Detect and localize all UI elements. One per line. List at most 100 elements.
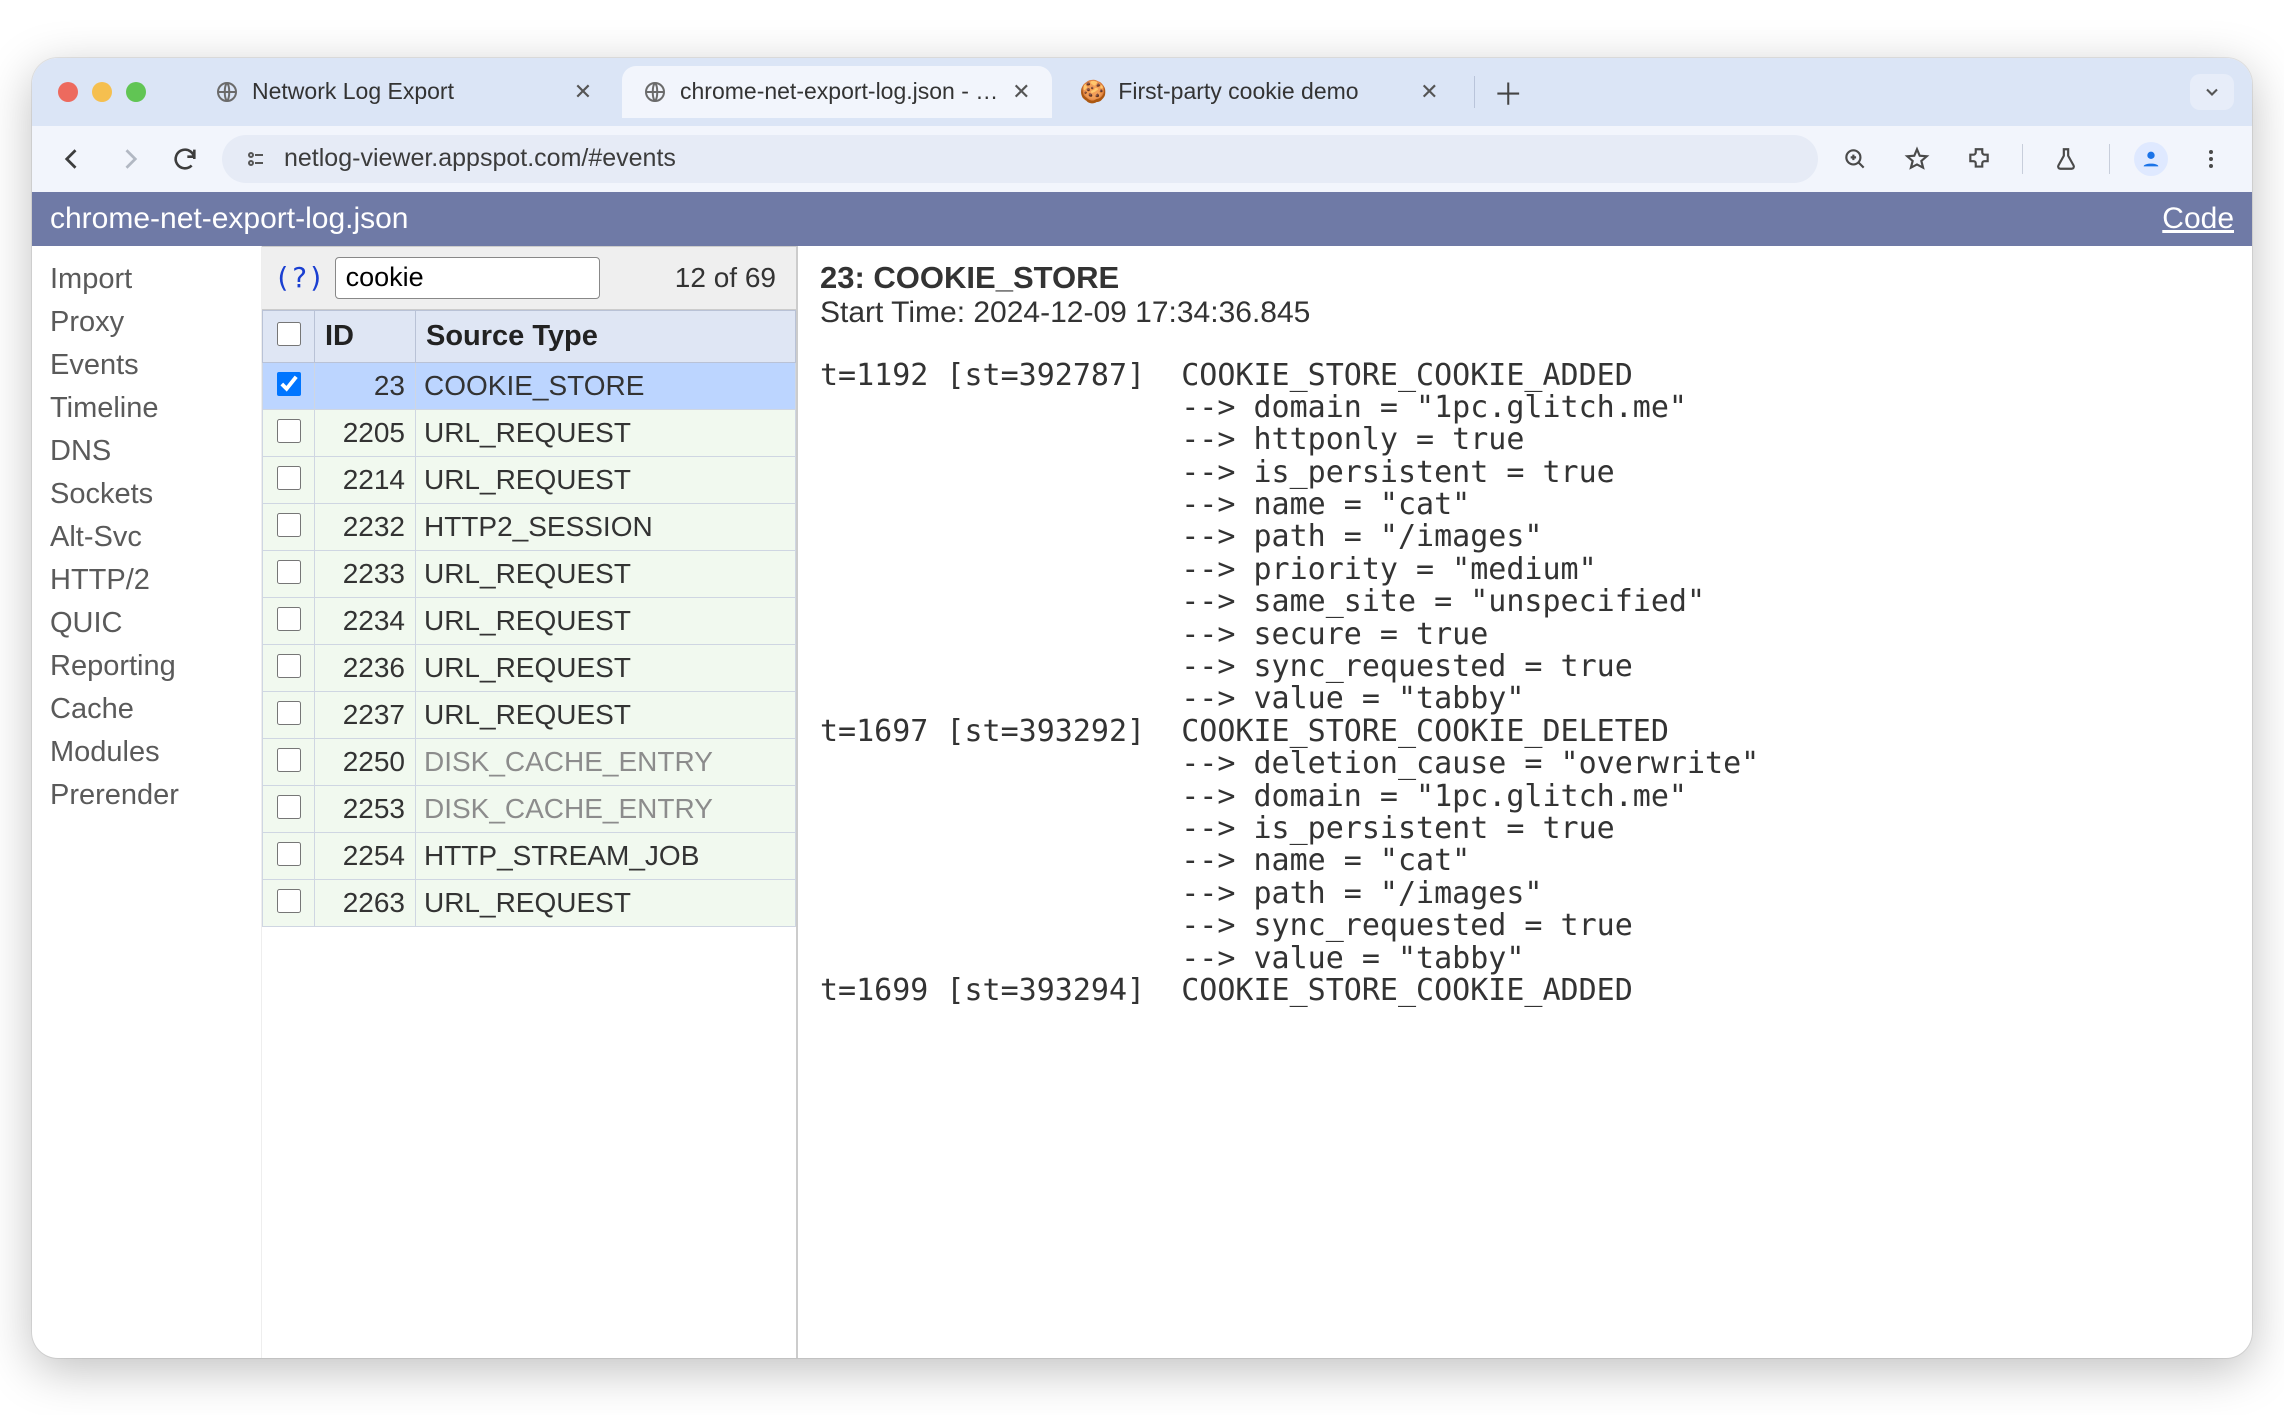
bookmark-icon[interactable] bbox=[1898, 140, 1936, 178]
code-link[interactable]: Code bbox=[2162, 202, 2234, 236]
row-checkbox-cell bbox=[263, 550, 315, 597]
row-checkbox[interactable] bbox=[277, 654, 301, 678]
filter-help-link[interactable]: (?) bbox=[274, 261, 325, 294]
close-icon[interactable]: ✕ bbox=[572, 81, 594, 103]
row-checkbox[interactable] bbox=[277, 466, 301, 490]
zoom-icon[interactable] bbox=[1836, 140, 1874, 178]
window-close-button[interactable] bbox=[58, 82, 78, 102]
sidebar-item-events[interactable]: Events bbox=[46, 344, 255, 387]
sidebar-item-cache[interactable]: Cache bbox=[46, 688, 255, 731]
sidebar-item-quic[interactable]: QUIC bbox=[46, 602, 255, 645]
event-row[interactable]: 2234URL_REQUEST bbox=[263, 597, 796, 644]
event-row[interactable]: 2254HTTP_STREAM_JOB bbox=[263, 832, 796, 879]
filter-count: 12 of 69 bbox=[675, 262, 784, 294]
sidebar-item-alt-svc[interactable]: Alt-Svc bbox=[46, 516, 255, 559]
row-id: 2250 bbox=[315, 738, 416, 785]
sidebar-item-import[interactable]: Import bbox=[46, 258, 255, 301]
row-checkbox[interactable] bbox=[277, 748, 301, 772]
row-source-type: DISK_CACHE_ENTRY bbox=[415, 785, 795, 832]
row-source-type: URL_REQUEST bbox=[415, 597, 795, 644]
forward-button[interactable] bbox=[110, 140, 148, 178]
tab-2[interactable]: 🍪 First-party cookie demo ✕ bbox=[1060, 66, 1460, 118]
row-checkbox[interactable] bbox=[277, 372, 301, 396]
select-all-checkbox[interactable] bbox=[277, 322, 301, 346]
row-id: 2253 bbox=[315, 785, 416, 832]
row-checkbox[interactable] bbox=[277, 607, 301, 631]
row-checkbox[interactable] bbox=[277, 701, 301, 725]
event-row[interactable]: 2253DISK_CACHE_ENTRY bbox=[263, 785, 796, 832]
sidebar-item-sockets[interactable]: Sockets bbox=[46, 473, 255, 516]
event-row[interactable]: 2236URL_REQUEST bbox=[263, 644, 796, 691]
event-row[interactable]: 2250DISK_CACHE_ENTRY bbox=[263, 738, 796, 785]
event-row[interactable]: 2233URL_REQUEST bbox=[263, 550, 796, 597]
event-row[interactable]: 2214URL_REQUEST bbox=[263, 456, 796, 503]
row-checkbox-cell bbox=[263, 362, 315, 409]
row-checkbox[interactable] bbox=[277, 889, 301, 913]
row-source-type: URL_REQUEST bbox=[415, 550, 795, 597]
event-row[interactable]: 2205URL_REQUEST bbox=[263, 409, 796, 456]
profile-button[interactable] bbox=[2134, 142, 2168, 176]
tab-separator bbox=[1474, 76, 1475, 108]
events-table: ID Source Type 23COOKIE_STORE2205URL_REQ… bbox=[262, 310, 796, 927]
row-checkbox[interactable] bbox=[277, 419, 301, 443]
sidebar-item-dns[interactable]: DNS bbox=[46, 430, 255, 473]
row-checkbox-cell bbox=[263, 456, 315, 503]
labs-icon[interactable] bbox=[2047, 140, 2085, 178]
window-minimize-button[interactable] bbox=[92, 82, 112, 102]
details-start-time: Start Time: 2024-12-09 17:34:36.845 bbox=[820, 296, 2230, 330]
row-checkbox[interactable] bbox=[277, 795, 301, 819]
globe-icon bbox=[214, 79, 240, 105]
close-icon[interactable]: ✕ bbox=[1418, 81, 1440, 103]
back-button[interactable] bbox=[54, 140, 92, 178]
row-checkbox-cell bbox=[263, 644, 315, 691]
row-checkbox[interactable] bbox=[277, 513, 301, 537]
window-controls bbox=[58, 82, 146, 102]
close-icon[interactable]: ✕ bbox=[1010, 81, 1032, 103]
row-checkbox-cell bbox=[263, 785, 315, 832]
event-row[interactable]: 2263URL_REQUEST bbox=[263, 879, 796, 926]
row-source-type: COOKIE_STORE bbox=[415, 362, 795, 409]
col-id[interactable]: ID bbox=[315, 310, 416, 362]
sidebar: ImportProxyEventsTimelineDNSSocketsAlt-S… bbox=[32, 246, 262, 1358]
tab-dropdown-button[interactable] bbox=[2190, 74, 2234, 110]
tab-0[interactable]: Network Log Export ✕ bbox=[194, 66, 614, 118]
col-source[interactable]: Source Type bbox=[415, 310, 795, 362]
separator bbox=[2109, 144, 2110, 174]
extensions-icon[interactable] bbox=[1960, 140, 1998, 178]
address-bar[interactable]: netlog-viewer.appspot.com/#events bbox=[222, 135, 1818, 183]
main-area: ImportProxyEventsTimelineDNSSocketsAlt-S… bbox=[32, 246, 2252, 1358]
row-checkbox-cell bbox=[263, 409, 315, 456]
reload-button[interactable] bbox=[166, 140, 204, 178]
row-id: 2205 bbox=[315, 409, 416, 456]
sidebar-item-prerender[interactable]: Prerender bbox=[46, 774, 255, 817]
row-source-type: URL_REQUEST bbox=[415, 879, 795, 926]
event-row[interactable]: 2232HTTP2_SESSION bbox=[263, 503, 796, 550]
window-maximize-button[interactable] bbox=[126, 82, 146, 102]
site-info-icon[interactable] bbox=[244, 147, 268, 171]
menu-icon[interactable] bbox=[2192, 140, 2230, 178]
row-checkbox-cell bbox=[263, 691, 315, 738]
events-panel: (?) 12 of 69 ID Source Type 23COOKIE_STO… bbox=[262, 246, 798, 1358]
row-checkbox-cell bbox=[263, 738, 315, 785]
new-tab-button[interactable]: ＋ bbox=[1489, 73, 1527, 111]
sidebar-item-timeline[interactable]: Timeline bbox=[46, 387, 255, 430]
select-all-header bbox=[263, 310, 315, 362]
sidebar-item-http-2[interactable]: HTTP/2 bbox=[46, 559, 255, 602]
row-checkbox[interactable] bbox=[277, 560, 301, 584]
row-id: 2232 bbox=[315, 503, 416, 550]
tab-title: Network Log Export bbox=[252, 78, 560, 105]
separator bbox=[2022, 144, 2023, 174]
row-id: 2236 bbox=[315, 644, 416, 691]
sidebar-item-modules[interactable]: Modules bbox=[46, 731, 255, 774]
event-row[interactable]: 23COOKIE_STORE bbox=[263, 362, 796, 409]
app-banner: chrome-net-export-log.json Code bbox=[32, 192, 2252, 246]
row-source-type: URL_REQUEST bbox=[415, 409, 795, 456]
row-checkbox-cell bbox=[263, 832, 315, 879]
filter-input[interactable] bbox=[335, 257, 600, 299]
row-checkbox[interactable] bbox=[277, 842, 301, 866]
event-row[interactable]: 2237URL_REQUEST bbox=[263, 691, 796, 738]
sidebar-item-reporting[interactable]: Reporting bbox=[46, 645, 255, 688]
tab-1[interactable]: chrome-net-export-log.json - … ✕ bbox=[622, 66, 1052, 118]
sidebar-item-proxy[interactable]: Proxy bbox=[46, 301, 255, 344]
row-id: 2233 bbox=[315, 550, 416, 597]
